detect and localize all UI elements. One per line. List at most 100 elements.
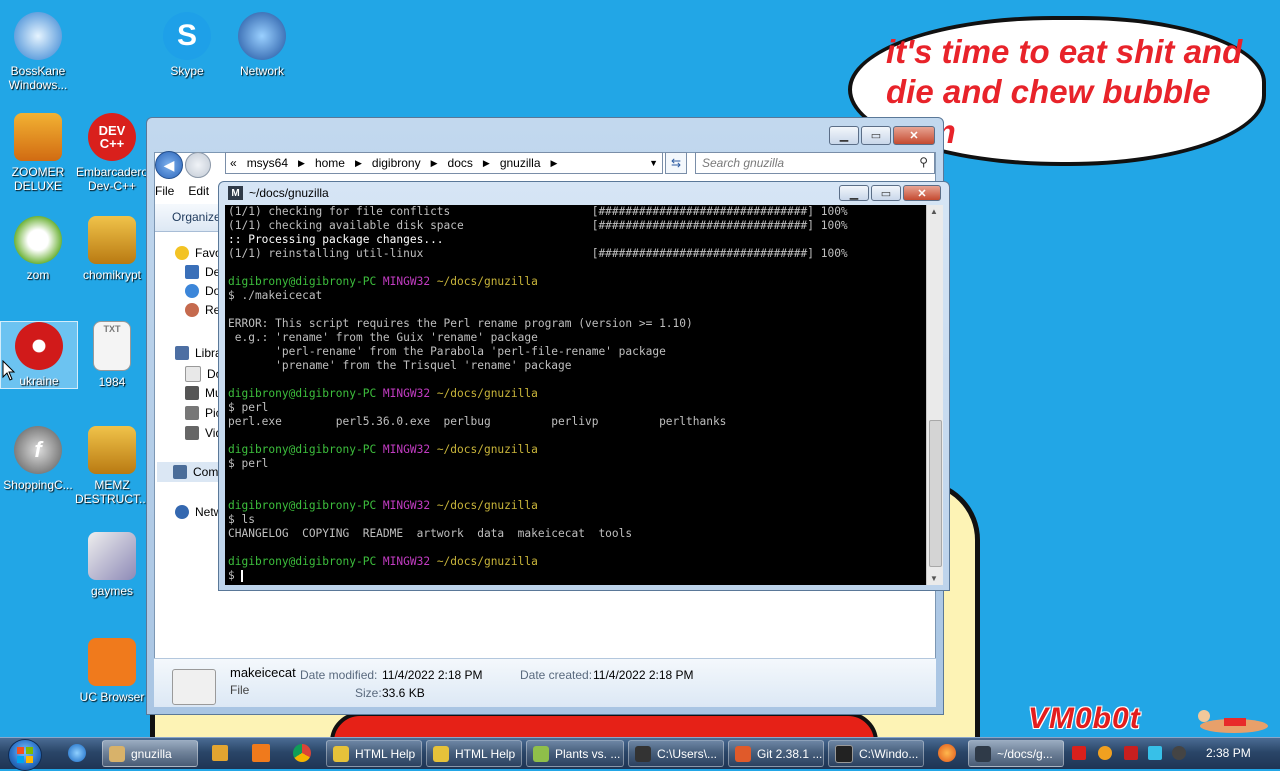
nav-label: Com <box>193 465 219 479</box>
firefox-icon[interactable] <box>938 744 956 762</box>
nav-desktop[interactable]: De <box>185 265 220 279</box>
terminal-text: digibrony@digibrony-PC <box>228 555 383 568</box>
nav-pictures[interactable]: Pic <box>185 406 222 420</box>
menu-edit[interactable]: Edit <box>188 184 209 202</box>
tray-search-icon[interactable] <box>1098 746 1112 760</box>
forward-button[interactable] <box>185 152 211 178</box>
desktop-icon-label: ukraine <box>19 374 59 388</box>
terminal-window-controls: ▁ ▭ ✕ <box>837 185 941 201</box>
tray-v-icon[interactable] <box>1072 746 1086 760</box>
menu-bar: File Edit <box>155 184 223 202</box>
nav-documents[interactable]: Do <box>185 366 222 382</box>
breadcrumb-digibrony[interactable]: digibrony <box>372 156 421 170</box>
address-bar[interactable]: « msys64 ▶ home ▶ digibrony ▶ docs ▶ gnuzill… <box>225 152 663 174</box>
internet-explorer-icon[interactable] <box>68 744 86 762</box>
taskbar-clock[interactable]: 2:38 PM <box>1206 746 1251 760</box>
terminal-line: $ perl <box>225 457 929 471</box>
document-icon <box>185 366 201 382</box>
taskbar-button-html-help-2[interactable]: HTML Help <box>426 740 522 767</box>
desktop-icon-shopping[interactable]: f ShoppingC... <box>0 426 76 492</box>
desktop-icon-bosskane[interactable]: BossKane Windows... <box>0 12 76 92</box>
back-button[interactable]: ◀ <box>155 151 183 179</box>
organize-button[interactable]: Organize <box>172 210 221 224</box>
chevron-right-icon[interactable]: ▶ <box>431 158 438 169</box>
taskbar-button-plants-vs[interactable]: Plants vs. ... <box>526 740 624 767</box>
chevron-right-icon[interactable]: ▶ <box>298 158 305 169</box>
chevron-right-icon[interactable]: ▶ <box>355 158 362 169</box>
desktop-icon-gaymes[interactable]: gaymes <box>74 532 150 598</box>
terminal-output[interactable]: (1/1) checking for file conflicts [#####… <box>225 205 929 585</box>
close-button[interactable]: ✕ <box>893 126 935 145</box>
taskbar-button-html-help-1[interactable]: HTML Help <box>326 740 422 767</box>
uc-browser-icon <box>88 638 136 686</box>
scroll-up-icon[interactable]: ▲ <box>930 207 938 216</box>
desktop-icon-network[interactable]: Network <box>224 12 300 78</box>
nav-music[interactable]: Mu <box>185 386 222 400</box>
chrome-icon[interactable] <box>293 744 311 762</box>
chevron-right-icon[interactable]: ▶ <box>483 158 490 169</box>
minimize-button[interactable]: ▁ <box>829 126 859 145</box>
breadcrumb-docs[interactable]: docs <box>448 156 473 170</box>
start-button[interactable] <box>8 739 42 771</box>
desktop-icon-label: chomikrypt <box>82 268 141 282</box>
taskbar-button-gnuzilla[interactable]: gnuzilla <box>102 740 198 767</box>
breadcrumb-gnuzilla[interactable]: gnuzilla <box>500 156 541 170</box>
cmd-icon <box>835 744 853 763</box>
zoomer-icon <box>14 113 62 161</box>
date-created-label: Date created: <box>520 668 593 682</box>
nav-downloads[interactable]: Do <box>185 284 220 298</box>
desktop-icon-zom[interactable]: zom <box>0 216 76 282</box>
search-icon[interactable]: ⚲ <box>919 155 928 169</box>
terminal-text: digibrony@digibrony-PC <box>228 499 383 512</box>
tray-speaker-icon[interactable] <box>1172 746 1186 760</box>
close-button[interactable]: ✕ <box>903 185 941 201</box>
tray-flag-icon[interactable] <box>1124 746 1138 760</box>
scroll-down-icon[interactable]: ▼ <box>930 574 938 583</box>
desktop-icon-label: Embarcadero Dev-C++ <box>75 165 149 193</box>
terminal-line: (1/1) checking for file conflicts [#####… <box>225 205 929 219</box>
taskbar-button-7zip[interactable]: C:\Users\... <box>628 740 724 767</box>
nav-recent[interactable]: Re <box>185 303 220 317</box>
desktop-icon-zoomer[interactable]: ZOOMER DELUXE <box>0 113 76 193</box>
nav-network[interactable]: Netw <box>175 505 222 519</box>
tray-monitor-icon[interactable] <box>1148 746 1162 760</box>
desktop-icon-chomikrypt[interactable]: chomikrypt <box>74 216 150 282</box>
desktop-icon-1984[interactable]: TXT 1984 <box>74 321 150 389</box>
desktop-icon-devcpp[interactable]: DEV C++ Embarcadero Dev-C++ <box>74 113 150 193</box>
terminal-text: e.g.: 'rename' from the Guix 'rename' pa… <box>228 331 538 344</box>
chevron-down-icon[interactable]: ▼ <box>649 158 658 168</box>
terminal-line: $ ./makeicecat <box>225 289 929 303</box>
terminal-scrollbar[interactable]: ▲ ▼ <box>926 205 943 585</box>
wallpaper-logo: VM0b0t <box>1028 702 1141 735</box>
desktop-icon-ucbrowser[interactable]: UC Browser <box>74 638 150 704</box>
address-overflow[interactable]: « <box>230 156 237 170</box>
menu-file[interactable]: File <box>155 184 174 202</box>
breadcrumb-home[interactable]: home <box>315 156 345 170</box>
taskbar-button-git[interactable]: Git 2.38.1 ... <box>728 740 824 767</box>
maximize-button[interactable]: ▭ <box>871 185 901 201</box>
terminal-window[interactable]: M ~/docs/gnuzilla ▁ ▭ ✕ (1/1) checking f… <box>218 181 950 591</box>
taskbar-button-terminal[interactable]: ~/docs/g... <box>968 740 1064 767</box>
uc-browser-icon[interactable] <box>252 744 270 762</box>
taskbar-button-cmd[interactable]: C:\Windo... <box>828 740 924 767</box>
nav-videos[interactable]: Vid <box>185 426 222 440</box>
minimize-button[interactable]: ▁ <box>839 185 869 201</box>
refresh-button[interactable]: ⇆ <box>665 152 687 174</box>
media-player-icon[interactable] <box>212 745 228 761</box>
nav-libraries[interactable]: Libra <box>175 346 222 360</box>
terminal-line: digibrony@digibrony-PC MINGW32 ~/docs/gn… <box>225 275 929 289</box>
chevron-right-icon[interactable]: ▶ <box>551 158 558 169</box>
desktop-icon-label: MEMZ DESTRUCT... <box>74 478 149 506</box>
scrollbar-thumb[interactable] <box>929 420 942 567</box>
size-label: Size: <box>355 686 382 700</box>
nav-favorites[interactable]: Favo <box>175 246 222 260</box>
search-input[interactable]: Search gnuzilla ⚲ <box>695 152 935 174</box>
maximize-button[interactable]: ▭ <box>861 126 891 145</box>
breadcrumb-msys64[interactable]: msys64 <box>247 156 288 170</box>
details-file-type: File <box>230 683 250 697</box>
desktop-icon-memz[interactable]: MEMZ DESTRUCT... <box>74 426 150 506</box>
git-icon <box>735 745 751 762</box>
desktop-icon-skype[interactable]: S Skype <box>149 12 225 78</box>
